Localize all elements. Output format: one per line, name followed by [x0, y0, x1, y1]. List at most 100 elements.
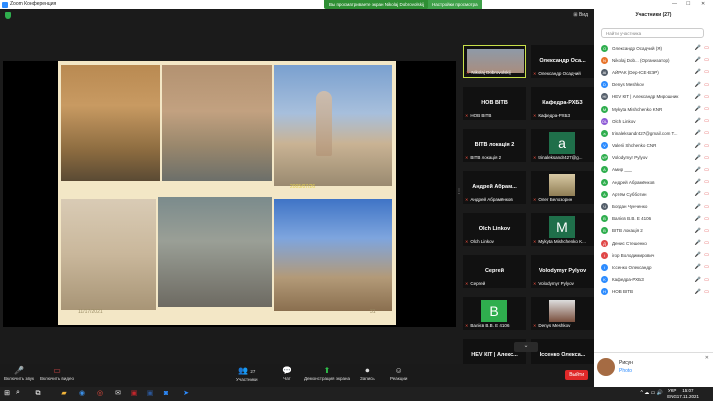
- participant-row[interactable]: Ч Богдан Чунченко 🎤 ▭: [594, 200, 713, 212]
- tile-name: НОВ ВІТВ: [481, 100, 508, 106]
- chat-notification[interactable]: Рисун Photo ✕: [594, 352, 713, 382]
- tile-label: Кафедра-РХБЗ: [533, 113, 592, 118]
- telegram-icon[interactable]: ➤: [182, 390, 190, 398]
- share-screen-icon: ⬆: [323, 366, 331, 375]
- participant-row[interactable]: K Кафедра-РХБЗ 🎤 ▭: [594, 274, 713, 286]
- task-view-icon[interactable]: ⧉: [34, 390, 42, 398]
- participant-row[interactable]: H НОВ ВІТВ 🎤 ▭: [594, 286, 713, 298]
- edge-icon[interactable]: ◉: [78, 390, 86, 398]
- avatar: Д: [601, 239, 608, 247]
- video-tile[interactable]: Denys Meshkov: [531, 297, 594, 330]
- unmute-button[interactable]: 🎤 Включить звук: [4, 366, 34, 381]
- participant-row[interactable]: O Олександр Осадчий (Я) 🎤 ▭: [594, 42, 713, 54]
- avatar: M: [549, 216, 575, 238]
- video-off-icon: ▭: [704, 154, 709, 161]
- tile-label: Андрей Абрамёнков: [465, 197, 524, 202]
- mic-off-icon: 🎤: [694, 179, 701, 186]
- tile-name: Олександр Оса...: [539, 58, 586, 64]
- tile-label: Олександр Осадчий: [533, 71, 592, 76]
- participant-row[interactable]: V Valerii Shchenko CNR 🎤 ▭: [594, 140, 713, 152]
- participant-row[interactable]: A Амир ___ 🎤 ▭: [594, 164, 713, 176]
- participant-row[interactable]: D Denys Meshkov 🎤 ▭: [594, 79, 713, 91]
- share-screen-button[interactable]: ⬆ Демонстрация экрана: [304, 366, 350, 381]
- participant-row[interactable]: VP Volodymyr Pylyov 🎤 ▭: [594, 152, 713, 164]
- participant-row[interactable]: Д Денис Стешенко 🎤 ▭: [594, 237, 713, 249]
- search-icon[interactable]: ⌕: [16, 389, 24, 399]
- participants-button[interactable]: 👥 27 Участники: [236, 366, 258, 382]
- video-tile[interactable]: Кафедра-РХБЗ Кафедра-РХБЗ: [531, 87, 594, 120]
- avatar: A: [601, 178, 608, 186]
- participant-row[interactable]: a trinaleksandr427@gmail.com T... 🎤 ▭: [594, 127, 713, 139]
- chat-button[interactable]: 💬 Чат: [282, 366, 292, 381]
- participant-name: Андрей Абрамёнков: [612, 179, 655, 185]
- view-button[interactable]: ⊞ Вид: [573, 12, 588, 18]
- video-tile[interactable]: Nikolaj Dobrovolskij: [463, 45, 526, 78]
- start-video-button[interactable]: ▭ Включить видео: [40, 366, 74, 381]
- video-tile[interactable]: Андрей Абрам... Андрей Абрамёнков: [463, 171, 526, 204]
- participant-search-input[interactable]: Найти участника: [601, 28, 704, 38]
- participant-row[interactable]: M Mykyta Mishchenko KNR 🎤 ▭: [594, 103, 713, 115]
- security-shield-icon[interactable]: [5, 12, 11, 19]
- clock[interactable]: 15:07 17.11.2021: [677, 388, 699, 400]
- chevron-down-icon[interactable]: ⌄: [514, 342, 538, 352]
- explorer-icon[interactable]: ▰: [60, 390, 68, 398]
- participant-row[interactable]: N Nikolaj Dob... (Организатор) 🎤 ▭: [594, 54, 713, 66]
- tile-label: НОВ ВІТВ: [465, 113, 524, 118]
- mail-icon[interactable]: ✉: [114, 390, 122, 398]
- avatar: B: [601, 227, 608, 235]
- video-off-icon: ▭: [704, 252, 709, 259]
- mic-off-icon: 🎤: [694, 191, 701, 198]
- gallery-scroll-icon[interactable]: ⋮: [456, 188, 462, 195]
- minimize-icon[interactable]: —: [672, 1, 677, 7]
- participant-row[interactable]: OL Olch Linkov 🎤 ▭: [594, 115, 713, 127]
- video-tile[interactable]: BВалієв В.В. Е 4106: [463, 297, 526, 330]
- zoom-taskbar-icon[interactable]: ◙: [162, 390, 170, 398]
- participant-row[interactable]: i ігор Володимирович 🎤 ▭: [594, 249, 713, 261]
- video-tile[interactable]: Олег Белозорин: [531, 171, 594, 204]
- avatar: M: [601, 105, 608, 113]
- video-tile[interactable]: Volodymyr Pylyov Volodymyr Pylyov: [531, 255, 594, 288]
- video-tile[interactable]: ВІТВ локація 2 ВІТВ локація 2: [463, 129, 526, 162]
- leave-button[interactable]: Выйти: [565, 370, 588, 380]
- tile-name: Андрей Абрам...: [472, 184, 517, 190]
- video-off-icon: ▭: [704, 106, 709, 113]
- video-tile[interactable]: НОВ ВІТВ НОВ ВІТВ: [463, 87, 526, 120]
- participants-icon: 👥 27: [238, 366, 256, 375]
- video-tile[interactable]: MMykyta Mishchenko K...: [531, 213, 594, 246]
- participant-name: Олександр Осадчий (Я): [612, 45, 662, 51]
- maximize-icon[interactable]: ☐: [686, 1, 690, 7]
- reactions-button[interactable]: ☺ Реакции: [390, 366, 407, 381]
- participant-name: Кафедра-РХБЗ: [612, 277, 644, 283]
- video-tile[interactable]: Сергей Сергей: [463, 255, 526, 288]
- video-tile[interactable]: Olch Linkov Olch Linkov: [463, 213, 526, 246]
- close-icon[interactable]: ✕: [705, 355, 709, 361]
- photo-rocky-hill: [158, 197, 272, 307]
- language-indicator[interactable]: УКР ENG: [667, 388, 677, 400]
- participant-row[interactable]: A Артём Субботин 🎤 ▭: [594, 188, 713, 200]
- participant-row[interactable]: B Валієв В.В. Е 4106 🎤 ▭: [594, 213, 713, 225]
- participant-name: ігор Володимирович: [612, 252, 655, 258]
- avatar: HI: [601, 93, 608, 101]
- participant-row[interactable]: B ВІТВ локація 2 🎤 ▭: [594, 225, 713, 237]
- participant-name: Mykyta Mishchenko KNR: [612, 106, 663, 112]
- mic-off-icon: 🎤: [14, 366, 24, 375]
- close-icon[interactable]: ✕: [701, 1, 705, 7]
- participant-name: HEV КIT | Александр Мирошник: [612, 94, 679, 100]
- slide-page-number: 31: [370, 309, 376, 315]
- participant-row[interactable]: AI АЙРАК (Dep-ICE-ВЭР) 🎤 ▭: [594, 66, 713, 78]
- record-button[interactable]: ⏺ Запись: [360, 366, 375, 381]
- avatar: VP: [601, 154, 608, 162]
- participant-row[interactable]: HI HEV КIT | Александр Мирошник 🎤 ▭: [594, 91, 713, 103]
- participant-row[interactable]: A Андрей Абрамёнков 🎤 ▭: [594, 176, 713, 188]
- word-icon[interactable]: ▣: [146, 390, 154, 398]
- video-tile[interactable]: atrinaleksandr427@g...: [531, 129, 594, 162]
- video-off-icon: ▭: [704, 45, 709, 52]
- windows-start-icon[interactable]: ⊞: [3, 390, 11, 398]
- chrome-icon[interactable]: ◎: [96, 390, 104, 398]
- view-options-button[interactable]: Настройки просмотра: [428, 0, 482, 9]
- avatar: AI: [601, 68, 608, 76]
- powerpoint-icon[interactable]: ▣: [130, 390, 138, 398]
- system-tray[interactable]: ^ ☁ ▭ 🔊: [641, 390, 663, 396]
- participant-row[interactable]: i Іссенко Олександр 🎤 ▭: [594, 261, 713, 273]
- video-tile[interactable]: Олександр Оса... Олександр Осадчий: [531, 45, 594, 78]
